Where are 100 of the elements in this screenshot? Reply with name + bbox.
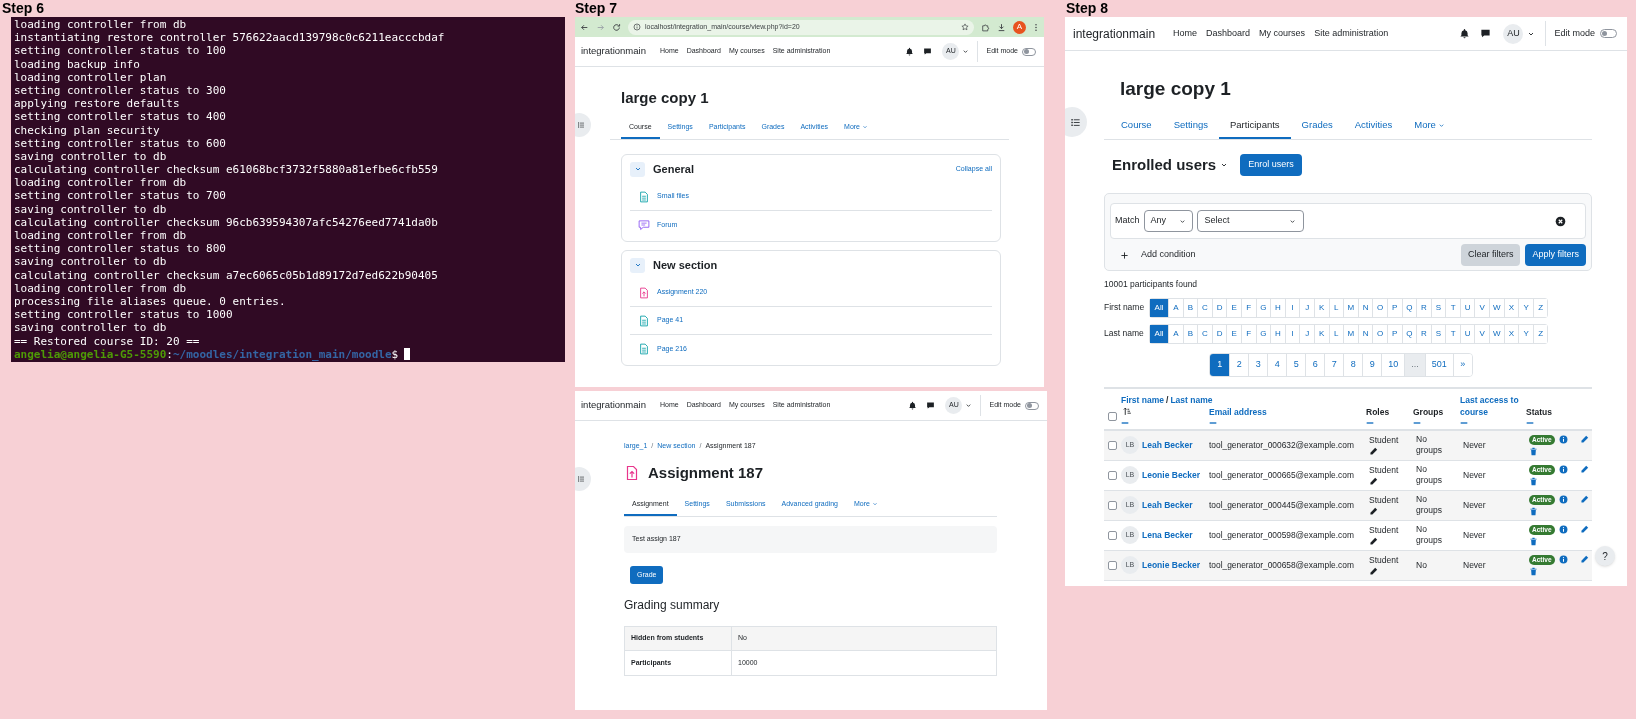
edit-mode-toggle[interactable]: [1025, 401, 1039, 410]
bell-icon[interactable]: [908, 401, 918, 410]
site-name[interactable]: integrationmain: [581, 44, 646, 59]
user-name-link[interactable]: Leah Becker: [1142, 438, 1193, 452]
course-index-toggle[interactable]: [1065, 107, 1087, 137]
info-icon[interactable]: [1558, 435, 1568, 445]
help-button[interactable]: ?: [1595, 546, 1615, 566]
user-name-link[interactable]: Leonie Becker: [1142, 558, 1201, 572]
star-icon[interactable]: [961, 23, 969, 31]
trash-icon[interactable]: [1529, 536, 1538, 546]
trash-icon[interactable]: [1529, 506, 1538, 516]
edit-mode-toggle[interactable]: [1600, 29, 1617, 38]
bell-icon[interactable]: [905, 47, 915, 56]
pencil-icon[interactable]: [1369, 536, 1378, 546]
checkbox[interactable]: [1108, 440, 1117, 450]
collapse-column-icon[interactable]: [1366, 420, 1374, 425]
pagination-button[interactable]: »: [1452, 353, 1472, 376]
tab[interactable]: Course: [1110, 113, 1163, 139]
nav-link[interactable]: Site administration: [1314, 26, 1389, 41]
collapse-toggle[interactable]: [630, 161, 645, 177]
download-icon[interactable]: [997, 22, 1006, 32]
tab[interactable]: Grades: [1290, 113, 1344, 139]
site-name[interactable]: integrationmain: [1073, 24, 1156, 43]
terminal-line: setting controller status to 700: [14, 189, 227, 203]
speech-bubble-icon: [638, 219, 650, 231]
initial-filter-button[interactable]: W: [1489, 298, 1504, 317]
terminal-line: setting controller status to 100: [14, 44, 227, 58]
enrol-users-button[interactable]: Enrol users: [1240, 154, 1302, 176]
collapse-toggle[interactable]: [630, 257, 645, 273]
section-heading: Grading summary: [624, 597, 721, 614]
plus-icon[interactable]: [1120, 250, 1129, 260]
page-heading-dropdown[interactable]: Enrolled users: [1112, 153, 1229, 177]
pencil-icon[interactable]: [1369, 506, 1378, 516]
initial-filter-button[interactable]: W: [1489, 324, 1504, 343]
site-name[interactable]: integrationmain: [581, 398, 646, 413]
chat-icon[interactable]: [1480, 28, 1492, 39]
initial-filter-button[interactable]: All: [1150, 324, 1168, 343]
trash-icon[interactable]: [1529, 566, 1538, 576]
pencil-icon[interactable]: [1369, 566, 1378, 576]
info-icon[interactable]: [1558, 465, 1568, 475]
collapse-column-icon[interactable]: [1413, 420, 1421, 425]
info-icon[interactable]: [1558, 555, 1568, 565]
nav-link[interactable]: My courses: [1259, 26, 1306, 41]
tab[interactable]: Participants: [1218, 113, 1291, 139]
table-cell-text: Never: [1462, 558, 1487, 572]
chevron-down-icon: [1178, 217, 1186, 225]
info-icon[interactable]: [1558, 525, 1568, 535]
kebab-menu-icon[interactable]: [1033, 22, 1039, 32]
checkbox[interactable]: [1108, 530, 1117, 540]
clear-icon[interactable]: [1555, 215, 1566, 227]
nav-link[interactable]: Dashboard: [1206, 26, 1251, 41]
initial-filter-button[interactable]: All: [1150, 298, 1168, 317]
pencil-icon[interactable]: [1369, 476, 1378, 486]
trash-icon[interactable]: [1529, 476, 1538, 486]
user-avatar[interactable]: AU: [1503, 23, 1524, 44]
add-condition-link[interactable]: Add condition: [1141, 248, 1196, 262]
clear-filters-button[interactable]: Clear filters: [1460, 244, 1521, 266]
pagination-button[interactable]: 1: [1210, 353, 1230, 376]
checkbox[interactable]: [1108, 500, 1117, 510]
pencil-icon[interactable]: [1369, 446, 1378, 456]
terminal-line: setting controller status to 1000: [14, 308, 234, 322]
condition-select[interactable]: Select: [1196, 210, 1304, 232]
user-name-link[interactable]: Lena Becker: [1142, 528, 1193, 542]
user-name-link[interactable]: Leonie Becker: [1142, 468, 1201, 482]
trash-icon[interactable]: [1529, 446, 1538, 456]
column-sort-link[interactable]: Email address: [1209, 405, 1363, 418]
user-name-link[interactable]: Leah Becker: [1142, 498, 1193, 512]
terminal-line: loading controller from db: [14, 229, 188, 243]
page-icon: [638, 190, 650, 203]
profile-avatar[interactable]: A: [1013, 20, 1026, 34]
chevron-down-icon[interactable]: [965, 402, 973, 409]
back-arrow-icon[interactable]: [580, 22, 589, 32]
match-select[interactable]: Any: [1143, 210, 1193, 232]
column-sort-link[interactable]: Last access to course: [1460, 393, 1523, 418]
tab[interactable]: More: [1403, 113, 1456, 139]
chat-icon[interactable]: [923, 47, 933, 56]
apply-filters-button[interactable]: Apply filters: [1525, 244, 1586, 266]
tab[interactable]: Activities: [1343, 113, 1404, 139]
table-cell-text: tool_generator_000658@example.com: [1209, 558, 1355, 572]
edit-mode-toggle[interactable]: [1022, 47, 1036, 56]
chevron-down-icon[interactable]: [962, 48, 970, 55]
table-cell-text: Never: [1462, 468, 1487, 482]
nav-link[interactable]: Home: [1173, 26, 1198, 41]
tab[interactable]: Settings: [1162, 113, 1219, 139]
chevron-down-icon: [633, 261, 642, 269]
checkbox[interactable]: [1108, 470, 1117, 480]
collapse-column-icon[interactable]: [1460, 420, 1468, 425]
info-icon[interactable]: [1558, 495, 1568, 505]
chat-icon[interactable]: [926, 401, 936, 410]
collapse-column-icon[interactable]: [1209, 420, 1217, 425]
checkbox[interactable]: [1108, 560, 1117, 570]
pagination-gap[interactable]: ...: [1404, 353, 1425, 376]
puzzle-icon[interactable]: [981, 22, 990, 32]
bell-icon[interactable]: [1459, 28, 1471, 39]
checkbox[interactable]: [1108, 411, 1117, 421]
reload-icon[interactable]: [612, 22, 621, 32]
collapse-column-icon[interactable]: [1121, 420, 1129, 425]
collapse-column-icon[interactable]: [1526, 420, 1534, 425]
column-sort-link[interactable]: First name: [1121, 394, 1164, 405]
column-sort-link[interactable]: Last name: [1170, 394, 1213, 405]
